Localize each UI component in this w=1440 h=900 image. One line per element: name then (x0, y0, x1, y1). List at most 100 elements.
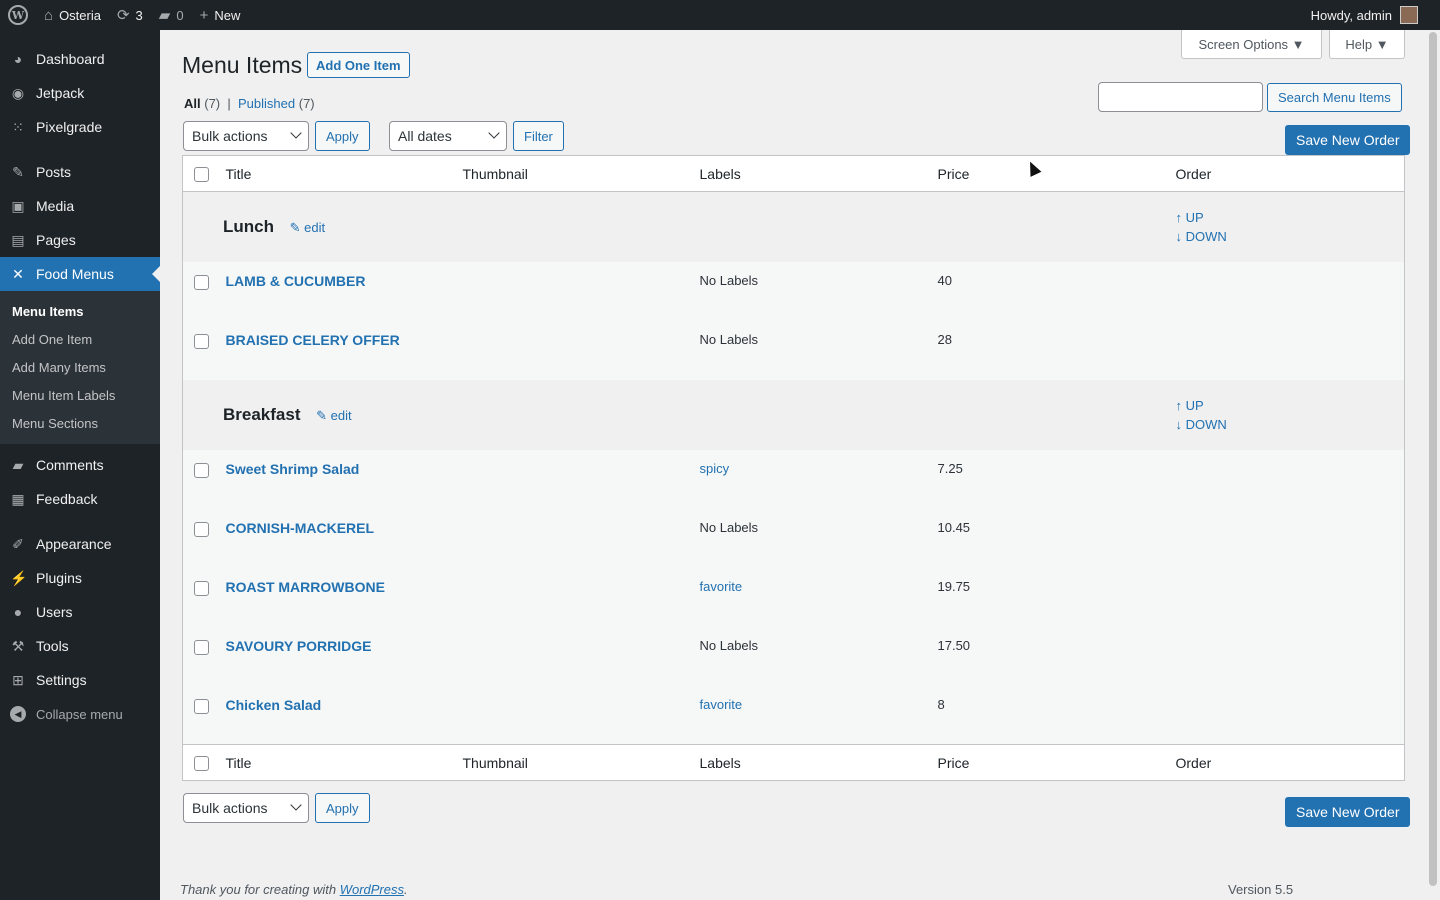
select-all-checkbox[interactable] (194, 166, 209, 182)
wordpress-link[interactable]: WordPress (340, 882, 404, 897)
save-new-order-button-bottom[interactable]: Save New Order (1285, 797, 1411, 827)
sidebar-item-label: Settings (36, 672, 87, 688)
row-checkbox[interactable] (194, 639, 209, 655)
sidebar-item-pixelgrade[interactable]: ⁙ Pixelgrade (0, 110, 160, 144)
sidebar-item-feedback[interactable]: ▦ Feedback (0, 482, 160, 516)
sidebar-item-jetpack[interactable]: ◉ Jetpack (0, 76, 160, 110)
pages-icon: ▤ (11, 231, 25, 248)
avatar[interactable] (1400, 6, 1418, 24)
item-label-link[interactable]: favorite (700, 697, 743, 712)
item-title-link[interactable]: SAVOURY PORRIDGE (226, 638, 372, 654)
column-price[interactable]: Price (937, 744, 1176, 781)
submenu-menu-items[interactable]: Menu Items (0, 298, 160, 326)
price-cell: 8 (937, 685, 1176, 745)
section-heading-cell: Lunch ✎ edit (182, 191, 1176, 262)
bulk-actions-select-bottom[interactable]: Bulk actions (183, 793, 309, 823)
row-checkbox[interactable] (194, 274, 209, 290)
add-one-item-button[interactable]: Add One Item (307, 52, 410, 78)
submenu-menu-sections[interactable]: Menu Sections (0, 410, 160, 438)
column-order: Order (1175, 744, 1405, 781)
item-title-link[interactable]: LAMB & CUCUMBER (226, 273, 366, 289)
move-down-link[interactable]: ↓ DOWN (1176, 227, 1405, 246)
item-price: 10.45 (937, 519, 971, 535)
section-edit-link[interactable]: ✎ edit (290, 220, 326, 235)
comments-link[interactable]: ▰ 0 (151, 0, 192, 30)
column-title[interactable]: Title (225, 744, 463, 781)
item-label-link[interactable]: favorite (700, 579, 743, 594)
sidebar-item-users[interactable]: ● Users (0, 595, 160, 629)
howdy-user[interactable]: Howdy, admin (1311, 8, 1392, 23)
apply-button-top[interactable]: Apply (315, 121, 370, 151)
title-cell: ROAST MARROWBONE (225, 567, 463, 627)
sidebar-item-tools[interactable]: ⚒ Tools (0, 629, 160, 663)
labels-cell: No Labels (699, 320, 938, 380)
wordpress-logo-button[interactable]: W (0, 0, 36, 30)
updates-link[interactable]: ⟳ 3 (109, 0, 151, 30)
column-order: Order (1175, 155, 1405, 192)
order-cell (1175, 449, 1405, 509)
page-scrollbar[interactable] (1426, 30, 1440, 900)
search-input[interactable] (1098, 82, 1263, 112)
sidebar-item-media[interactable]: ▣ Media (0, 189, 160, 223)
screen-options-button[interactable]: Screen Options ▼ (1181, 30, 1322, 59)
help-button[interactable]: Help ▼ (1329, 30, 1405, 59)
filter-all-link[interactable]: All (184, 96, 201, 111)
filter-published-link[interactable]: Published (238, 96, 295, 111)
filter-button[interactable]: Filter (513, 121, 564, 151)
sidebar-item-label: Jetpack (36, 85, 85, 101)
site-name-link[interactable]: ⌂ Osteria (36, 0, 109, 30)
new-content-link[interactable]: + New (192, 0, 249, 30)
table-header-row: Title Thumbnail Labels Price Order (182, 155, 1405, 192)
item-title-link[interactable]: ROAST MARROWBONE (226, 579, 385, 595)
date-filter-select[interactable]: All dates (389, 121, 507, 151)
sidebar-item-appearance[interactable]: ✐ Appearance (0, 527, 160, 561)
column-title[interactable]: Title (225, 155, 463, 192)
title-cell: BRAISED CELERY OFFER (225, 320, 463, 380)
item-price: 28 (937, 331, 952, 347)
bulk-actions-select-top[interactable]: Bulk actions (183, 121, 309, 151)
section-edit-link[interactable]: ✎ edit (316, 408, 352, 423)
sidebar-item-label: Pages (36, 232, 76, 248)
sidebar-item-label: Users (36, 604, 73, 620)
item-label-link[interactable]: spicy (700, 461, 730, 476)
sidebar-item-pages[interactable]: ▤ Pages (0, 223, 160, 257)
item-title-link[interactable]: BRAISED CELERY OFFER (226, 332, 400, 348)
sidebar-item-label: Comments (36, 457, 104, 473)
collapse-menu-button[interactable]: ◀ Collapse menu (0, 697, 160, 731)
row-checkbox[interactable] (194, 521, 209, 537)
pencil-icon: ✎ (289, 219, 301, 235)
submenu-add-one-item[interactable]: Add One Item (0, 326, 160, 354)
filter-separator: | (227, 96, 231, 111)
item-title-link[interactable]: Chicken Salad (226, 697, 322, 713)
submenu-menu-item-labels[interactable]: Menu Item Labels (0, 382, 160, 410)
sidebar-item-comments[interactable]: ▰ Comments (0, 448, 160, 482)
thumbnail-cell (462, 261, 700, 321)
row-checkbox[interactable] (194, 462, 209, 478)
search-menu-items-button[interactable]: Search Menu Items (1267, 83, 1402, 112)
sidebar-item-dashboard[interactable]: ◕ Dashboard (0, 42, 160, 76)
price-cell: 40 (937, 261, 1176, 321)
table-row: Chicken Salad favorite 8 (182, 685, 1405, 745)
move-up-link[interactable]: ↑ UP (1176, 396, 1405, 415)
item-title-link[interactable]: CORNISH-MACKEREL (226, 520, 375, 536)
sidebar-item-posts[interactable]: ✎ Posts (0, 155, 160, 189)
row-checkbox[interactable] (194, 698, 209, 714)
sidebar-item-food-menus[interactable]: ✕ Food Menus (0, 257, 160, 291)
item-title-link[interactable]: Sweet Shrimp Salad (226, 461, 360, 477)
save-new-order-button-top[interactable]: Save New Order (1285, 125, 1411, 155)
sidebar-item-settings[interactable]: ⊞ Settings (0, 663, 160, 697)
row-checkbox[interactable] (194, 333, 209, 349)
move-down-link[interactable]: ↓ DOWN (1176, 415, 1405, 434)
select-all-checkbox-bottom[interactable] (194, 755, 209, 771)
apply-button-bottom[interactable]: Apply (315, 793, 370, 823)
move-up-link[interactable]: ↑ UP (1176, 208, 1405, 227)
scrollbar-thumb[interactable] (1429, 32, 1437, 886)
main-content: Screen Options ▼ Help ▼ Menu Items Add O… (160, 30, 1426, 900)
item-price: 19.75 (937, 578, 971, 594)
row-checkbox[interactable] (194, 580, 209, 596)
jetpack-icon: ◉ (11, 84, 25, 101)
row-checkbox-cell (182, 449, 226, 509)
submenu-add-many-items[interactable]: Add Many Items (0, 354, 160, 382)
column-price[interactable]: Price (937, 155, 1176, 192)
sidebar-item-plugins[interactable]: ⚡ Plugins (0, 561, 160, 595)
